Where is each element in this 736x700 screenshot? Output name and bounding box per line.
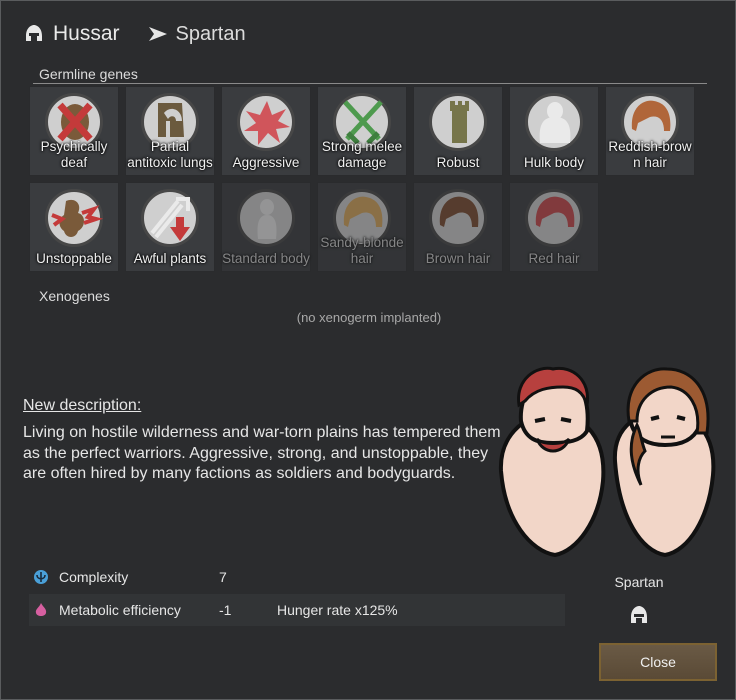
gene-tile[interactable]: Partial antitoxic lungs [125, 86, 215, 176]
gene-tile[interactable]: Unstoppable [29, 182, 119, 272]
arrow-icon [148, 27, 167, 41]
gene-tile[interactable]: Hulk body [509, 86, 599, 176]
helmet-icon [26, 25, 42, 41]
window-header: Hussar Spartan [23, 19, 246, 49]
gene-tile[interactable]: Reddish-brow n hair [605, 86, 695, 176]
red-hair-icon [535, 196, 575, 227]
germline-genes-label: Germline genes [39, 66, 138, 82]
xenotype-window: Hussar Spartan Germline genes Psychicall… [0, 0, 736, 700]
metabolism-icon [35, 603, 47, 616]
robust-icon [450, 101, 469, 143]
gene-tile[interactable]: Robust [413, 86, 503, 176]
stat-row-complexity: Complexity 7 [29, 561, 565, 593]
gene-tile[interactable]: Aggressive [221, 86, 311, 176]
complexity-icon [34, 570, 48, 584]
section-divider [33, 83, 707, 84]
gene-tile[interactable]: Brown hair [413, 182, 503, 272]
aggressive-icon [244, 101, 290, 145]
standard-body-icon [257, 199, 277, 239]
gene-tile[interactable]: Standard body [221, 182, 311, 272]
gene-tile[interactable]: Red hair [509, 182, 599, 272]
description-body: Living on hostile wilderness and war-tor… [23, 424, 501, 482]
xenogenes-label: Xenogenes [39, 288, 110, 304]
gene-tile[interactable]: Strong melee damage [317, 86, 407, 176]
xenotype-portrait [498, 366, 716, 558]
close-button[interactable]: Close [599, 643, 717, 681]
xenotype-name: Spartan [175, 22, 246, 45]
gene-tile[interactable]: Psychically deaf [29, 86, 119, 176]
unstoppable-icon [51, 199, 104, 237]
no-xenogerm-text: (no xenogerm implanted) [296, 310, 442, 325]
pawn-name: Hussar [53, 22, 120, 45]
description-title: New description: [23, 397, 142, 414]
stat-row-metabolic-efficiency: Metabolic efficiency -1 Hunger rate x125… [29, 594, 565, 626]
gene-tile[interactable]: Sandy-blonde hair [317, 182, 407, 272]
helmet-icon [631, 606, 647, 623]
xenotype-label: Spartan [614, 574, 664, 590]
gene-tile[interactable]: Awful plants [125, 182, 215, 272]
brown-hair-icon [439, 196, 479, 227]
hulk-body-icon [539, 102, 571, 143]
awful-plants-icon [150, 197, 190, 241]
